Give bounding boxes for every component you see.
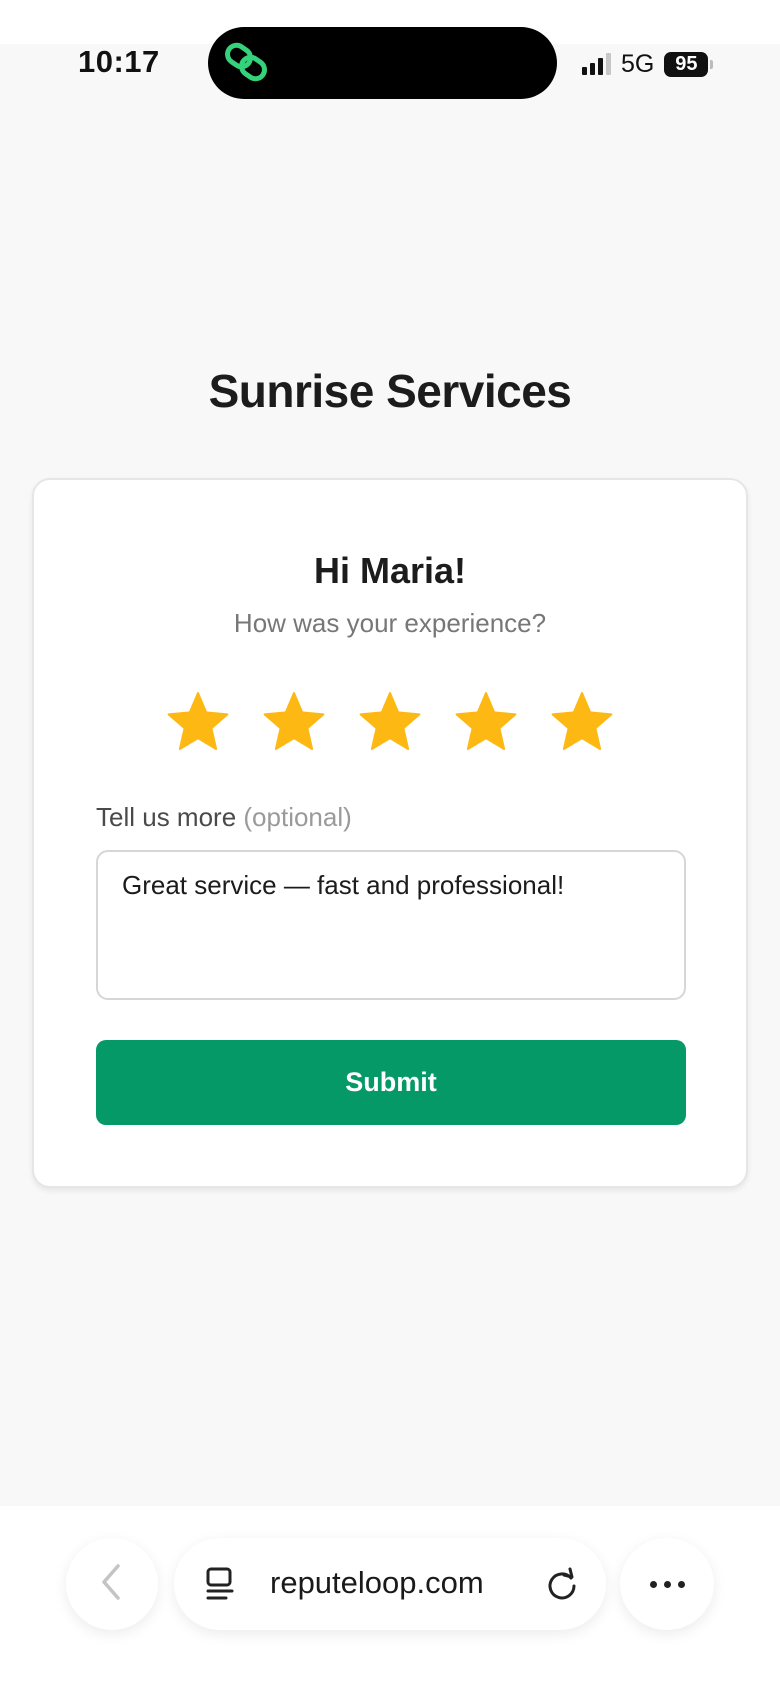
dynamic-island [208, 27, 557, 99]
status-indicators: 5G 95 [582, 49, 714, 78]
review-card: Hi Maria! How was your experience? Tell … [32, 478, 748, 1188]
feedback-label-text: Tell us more [96, 802, 237, 832]
signal-strength-icon [582, 53, 611, 75]
back-button[interactable] [66, 1538, 158, 1630]
greeting: Hi Maria! [313, 550, 467, 591]
star-4-icon[interactable] [454, 690, 518, 754]
star-1-icon[interactable] [166, 690, 230, 754]
star-3-icon[interactable] [358, 690, 422, 754]
business-name: Sunrise Services [208, 365, 572, 417]
star-rating [34, 690, 746, 754]
browser-toolbar: reputeloop.com [0, 1506, 780, 1696]
more-dots-icon [649, 1580, 657, 1588]
more-options-button[interactable] [620, 1538, 714, 1630]
battery-icon: 95 [664, 51, 714, 77]
network-type: 5G [621, 49, 655, 78]
url-text[interactable]: reputeloop.com [270, 1565, 484, 1601]
back-chevron-icon [97, 1562, 127, 1607]
reload-icon[interactable] [544, 1566, 580, 1602]
feedback-label: Tell us more (optional) [96, 802, 352, 833]
star-2-icon[interactable] [262, 690, 326, 754]
submit-button[interactable]: Submit [96, 1040, 686, 1125]
star-5-icon[interactable] [550, 690, 614, 754]
link-rings-icon [224, 42, 270, 82]
address-bar[interactable]: reputeloop.com [174, 1538, 606, 1630]
battery-level: 95 [664, 51, 709, 77]
feedback-textarea[interactable]: Great service — fast and professional! [96, 850, 686, 1000]
tabs-icon[interactable] [204, 1566, 238, 1602]
optional-hint: (optional) [243, 802, 352, 832]
experience-prompt: How was your experience? [233, 608, 547, 638]
status-time: 10:17 [78, 44, 160, 79]
